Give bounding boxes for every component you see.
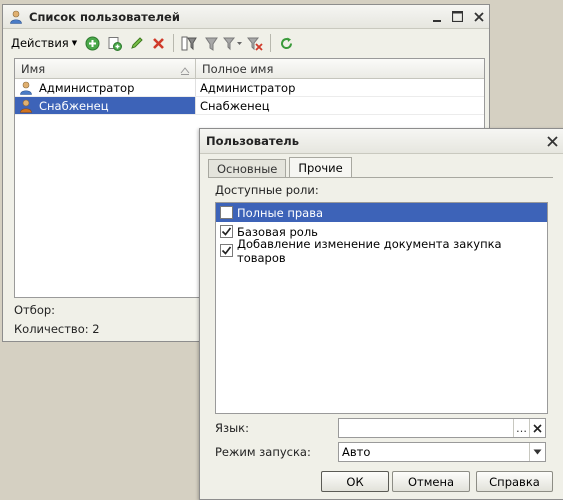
add-icon[interactable] xyxy=(81,33,103,53)
count-status: Количество: 2 xyxy=(14,322,100,336)
clear-icon[interactable] xyxy=(529,419,545,437)
table-row[interactable]: Администратор Администратор xyxy=(15,79,484,97)
user-icon xyxy=(9,10,23,24)
ellipsis-icon[interactable]: … xyxy=(513,419,529,437)
role-label: Добавление изменение документа закупка т… xyxy=(237,236,502,265)
language-row: Язык: … xyxy=(215,418,546,438)
actions-menu-label: Действия xyxy=(11,36,69,50)
column-header-name-label: Имя xyxy=(21,61,46,76)
user-name: Администратор xyxy=(39,80,135,95)
launch-mode-value: Авто xyxy=(342,445,371,459)
maximize-icon[interactable] xyxy=(447,7,468,27)
user-full-name: Снабженец xyxy=(200,98,270,113)
user-name: Снабженец xyxy=(39,98,109,113)
actions-menu-button[interactable]: Действия ▼ xyxy=(7,33,81,53)
language-field[interactable]: … xyxy=(338,418,546,438)
tab-panel-other: Доступные роли: Полные права Базовая рол… xyxy=(208,177,553,417)
list-item[interactable]: Полные права xyxy=(216,203,547,222)
users-window-titlebar[interactable]: Список пользователей xyxy=(3,5,489,29)
chevron-down-icon[interactable] xyxy=(529,443,545,461)
user-icon xyxy=(20,99,32,113)
delete-icon[interactable] xyxy=(147,33,169,53)
help-button[interactable]: Справка xyxy=(476,471,553,492)
column-header-name[interactable]: Имя xyxy=(15,59,196,78)
sort-indicator-icon xyxy=(180,64,190,75)
column-header-full-name-label: Полное имя xyxy=(202,61,274,76)
users-toolbar: Действия ▼ xyxy=(3,31,489,55)
language-label: Язык: xyxy=(215,421,250,435)
user-dialog-titlebar[interactable]: Пользователь xyxy=(200,129,563,154)
role-checkbox[interactable] xyxy=(220,244,233,257)
tab-main[interactable]: Основные xyxy=(208,159,287,178)
checkmark-icon xyxy=(221,246,232,255)
user-full-name: Администратор xyxy=(200,80,296,95)
role-checkbox[interactable] xyxy=(220,225,233,238)
copy-icon[interactable] xyxy=(103,33,125,53)
filter-icon[interactable] xyxy=(178,33,200,53)
launch-mode-row: Режим запуска: Авто xyxy=(215,442,546,462)
edit-icon[interactable] xyxy=(125,33,147,53)
user-icon xyxy=(20,81,32,95)
roles-list[interactable]: Полные права Базовая роль Добавление изм… xyxy=(215,202,548,414)
users-window-title: Список пользователей xyxy=(29,9,180,24)
toolbar-separator xyxy=(270,34,272,52)
toolbar-separator xyxy=(173,34,175,52)
column-header-full-name[interactable]: Полное имя xyxy=(196,59,484,78)
checkmark-icon xyxy=(221,227,232,236)
dropdown-arrow-icon: ▼ xyxy=(71,39,78,47)
ok-button[interactable]: ОК xyxy=(321,471,389,492)
roles-label: Доступные роли: xyxy=(215,183,319,197)
table-cell-name[interactable]: Снабженец xyxy=(15,97,196,114)
close-icon[interactable] xyxy=(540,130,563,152)
clear-filter-icon[interactable] xyxy=(244,33,266,53)
minimize-icon[interactable] xyxy=(426,7,447,27)
launch-mode-select[interactable]: Авто xyxy=(338,442,546,462)
user-dialog: Пользователь Основные Прочие Доступные р… xyxy=(199,128,563,500)
table-cell-full-name[interactable]: Администратор xyxy=(196,79,484,96)
user-dialog-title: Пользователь xyxy=(206,134,299,148)
list-item[interactable]: Добавление изменение документа закупка т… xyxy=(216,237,547,265)
table-cell-name[interactable]: Администратор xyxy=(15,79,196,96)
filter-list-icon[interactable] xyxy=(222,33,244,53)
table-header: Имя Полное имя xyxy=(15,59,484,79)
table-row[interactable]: Снабженец Снабженец xyxy=(15,97,484,115)
filter-by-value-icon[interactable] xyxy=(200,33,222,53)
dialog-tabs: Основные Прочие xyxy=(208,157,355,178)
refresh-icon[interactable] xyxy=(275,33,297,53)
close-icon[interactable] xyxy=(468,7,489,27)
table-cell-full-name[interactable]: Снабженец xyxy=(196,97,484,114)
launch-mode-label: Режим запуска: xyxy=(215,445,311,459)
role-checkbox[interactable] xyxy=(220,206,233,219)
role-label: Полные права xyxy=(237,205,324,220)
filter-status: Отбор: xyxy=(14,303,56,317)
tab-other[interactable]: Прочие xyxy=(289,157,352,178)
cancel-button[interactable]: Отмена xyxy=(392,471,470,492)
